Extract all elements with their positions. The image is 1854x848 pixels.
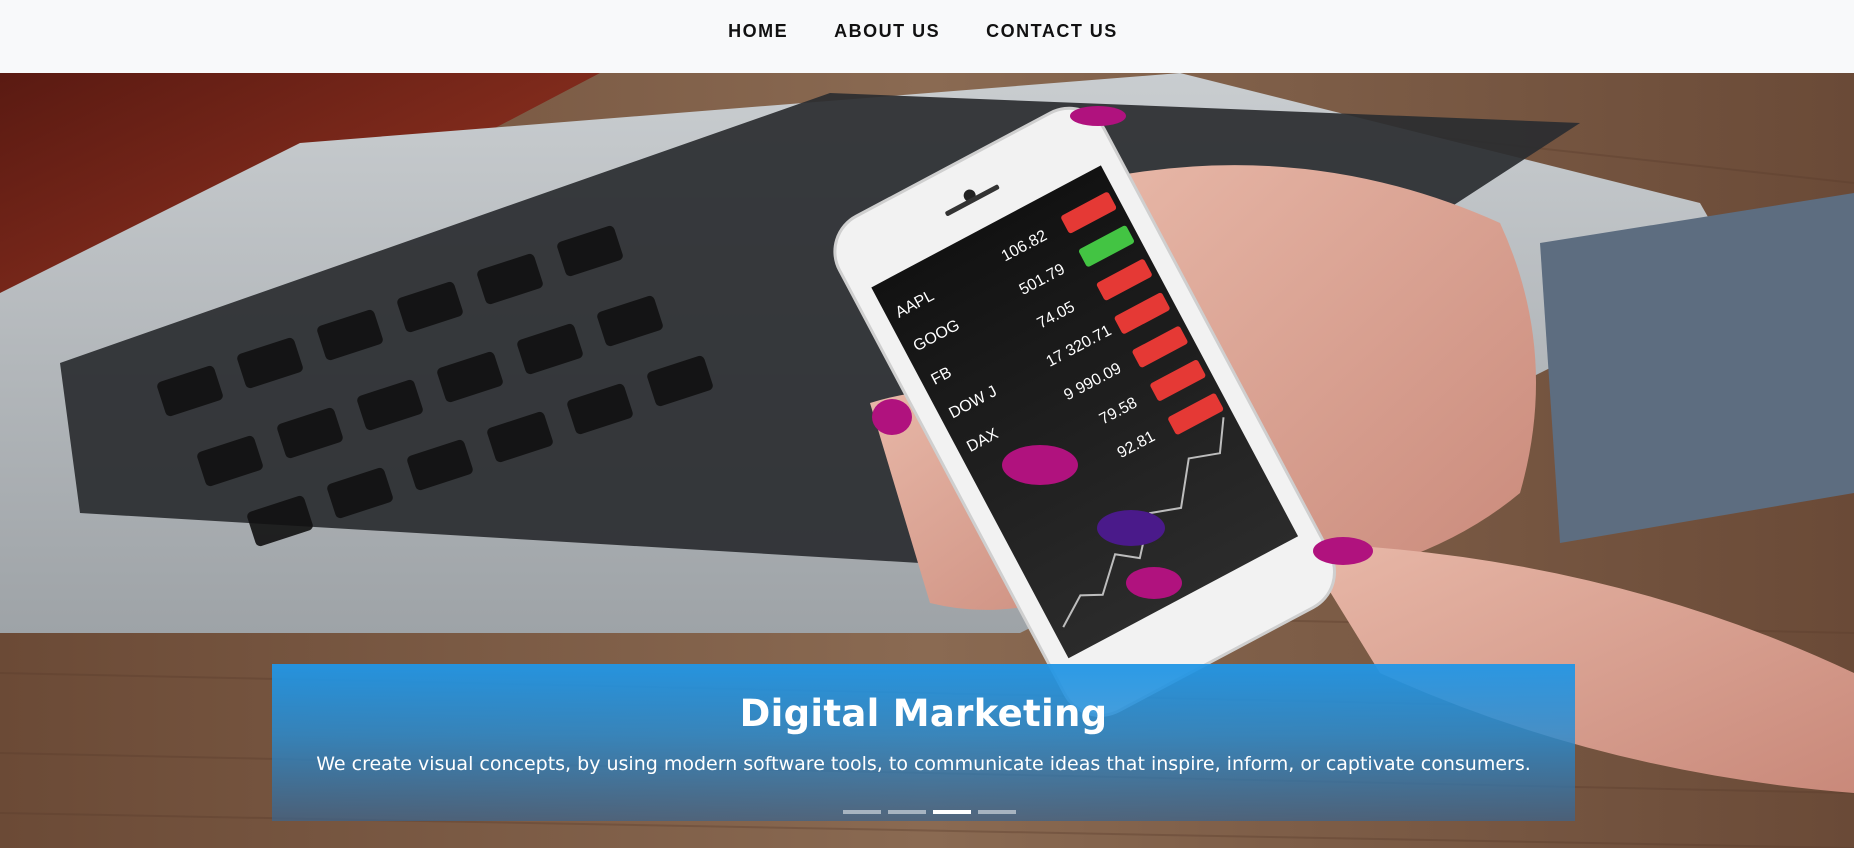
carousel-indicator-3-active[interactable] xyxy=(932,810,971,814)
carousel-indicator-1[interactable] xyxy=(842,810,881,814)
carousel-indicators xyxy=(0,810,1854,814)
nav-link-home[interactable]: HOME xyxy=(728,21,788,41)
sweater-sleeve xyxy=(1540,193,1854,543)
caption-title: Digital Marketing xyxy=(739,692,1108,735)
hero-carousel: AAPL 106.82 GOOG 501.79 FB 74.05 DOW J 1… xyxy=(0,73,1854,848)
carousel-indicator-4[interactable] xyxy=(977,810,1016,814)
carousel-indicator-2[interactable] xyxy=(887,810,926,814)
nav-link-contact-us[interactable]: CONTACT US xyxy=(986,21,1118,41)
nav-menu: HOME ABOUT US CONTACT US xyxy=(728,21,1118,42)
nav-link-about-us[interactable]: ABOUT US xyxy=(834,21,940,41)
nav-item-contact: CONTACT US xyxy=(986,21,1118,42)
nav-item-home: HOME xyxy=(728,21,788,42)
caption-description: We create visual concepts, by using mode… xyxy=(316,753,1531,775)
nav-item-about: ABOUT US xyxy=(834,21,940,42)
carousel-caption: Digital Marketing We create visual conce… xyxy=(272,664,1575,821)
top-navbar: HOME ABOUT US CONTACT US xyxy=(0,0,1854,73)
